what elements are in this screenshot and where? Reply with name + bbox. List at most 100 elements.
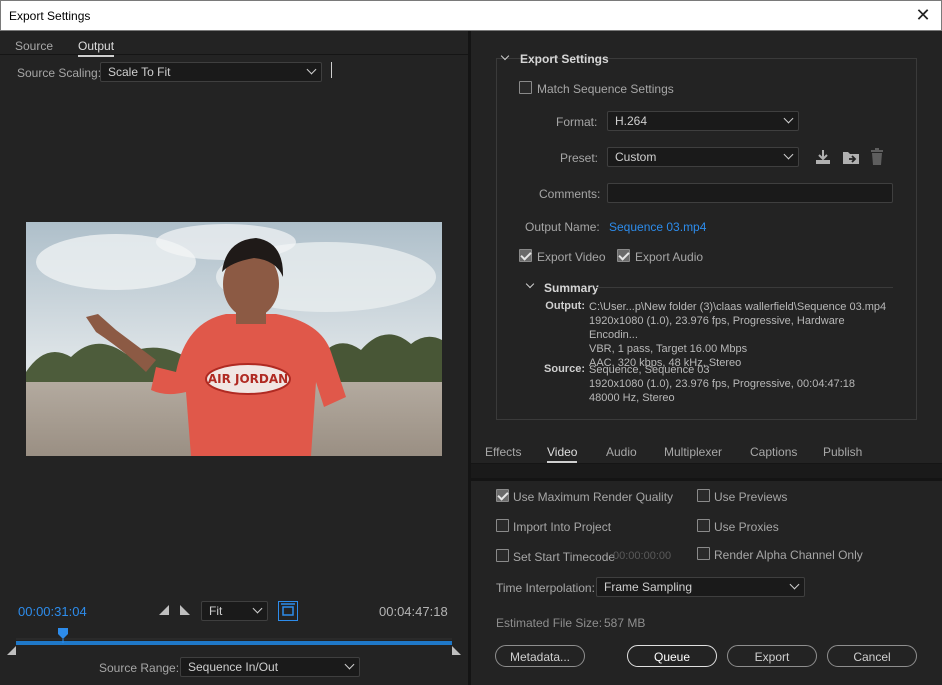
horizontal-divider[interactable] (471, 478, 942, 481)
preset-label: Preset: (560, 151, 599, 165)
comments-label: Comments: (539, 187, 601, 201)
tab-source[interactable]: Source (15, 39, 53, 53)
export-button[interactable]: Export (727, 645, 817, 667)
queue-button[interactable]: Queue (627, 645, 717, 667)
import-preset-icon[interactable] (841, 148, 861, 166)
playhead-icon (57, 628, 68, 643)
match-sequence-checkbox[interactable] (519, 81, 532, 94)
source-scaling-select[interactable]: Scale To Fit (100, 62, 322, 82)
output-name-label: Output Name: (525, 220, 600, 234)
summary-output-line: 1920x1080 (1.0), 23.976 fps, Progressive… (589, 315, 845, 341)
chevron-down-icon (783, 113, 794, 124)
zoom-value: Fit (209, 604, 223, 618)
shirt-logo-text: AIR JORDAN (208, 372, 288, 386)
use-proxies-label: Use Proxies (714, 520, 779, 534)
summary-heading: Summary (544, 281, 599, 295)
title-bar: Export Settings ✕ (0, 0, 942, 31)
comments-input[interactable] (607, 183, 893, 203)
chevron-down-icon (252, 603, 263, 614)
max-render-quality-label: Use Maximum Render Quality (513, 490, 674, 504)
preview-tabs: Source Output (0, 31, 468, 57)
tab-multiplexer[interactable]: Multiplexer (664, 445, 722, 459)
comments-value (608, 184, 614, 198)
summary-output-label: Output: (545, 300, 585, 312)
export-audio-checkbox[interactable] (617, 249, 630, 262)
video-preview: AIR JORDAN (26, 222, 442, 456)
tab-captions[interactable]: Captions (750, 445, 797, 459)
out-point-icon[interactable] (452, 646, 461, 655)
file-size-label: Estimated File Size: (496, 616, 603, 630)
summary-source-line: 1920x1080 (1.0), 23.976 fps, Progressive… (589, 378, 856, 390)
match-sequence-label: Match Sequence Settings (537, 82, 674, 96)
summary-source-line: Sequence, Sequence 03 (589, 364, 710, 376)
start-timecode-field[interactable]: 00:00:00:00 (613, 550, 671, 562)
settings-pane: Export Settings Match Sequence Settings … (471, 31, 942, 685)
total-timecode: 00:04:47:18 (379, 604, 448, 619)
time-interpolation-label: Time Interpolation: (496, 581, 595, 595)
tab-publish[interactable]: Publish (823, 445, 862, 459)
source-range-label: Source Range: (99, 661, 180, 675)
tab-output[interactable]: Output (78, 39, 115, 57)
video-frame-image: AIR JORDAN (26, 222, 442, 456)
step-forward-icon[interactable] (180, 605, 190, 615)
fit-frame-icon (281, 603, 295, 616)
output-name-link[interactable]: Sequence 03.mp4 (609, 220, 706, 234)
import-project-checkbox[interactable] (496, 519, 509, 532)
timeline-bar[interactable] (16, 641, 452, 645)
time-interpolation-value: Frame Sampling (604, 580, 693, 594)
source-range-value: Sequence In/Out (188, 660, 279, 674)
max-render-quality-checkbox[interactable] (496, 489, 509, 502)
tab-content-scroll (471, 464, 942, 478)
chevron-down-icon (306, 64, 317, 75)
summary-output-lines: C:\User...p\New folder (3)\claas wallerf… (589, 300, 889, 370)
delete-preset-icon[interactable] (869, 147, 885, 166)
source-scaling-label: Source Scaling: (17, 66, 102, 80)
summary-rule (596, 287, 893, 288)
preset-value: Custom (615, 150, 657, 164)
in-point-icon[interactable] (7, 646, 16, 655)
current-timecode[interactable]: 00:00:31:04 (18, 604, 87, 619)
source-range-select[interactable]: Sequence In/Out (180, 657, 360, 677)
zoom-select[interactable]: Fit (201, 601, 268, 621)
set-start-timecode-checkbox[interactable] (496, 549, 509, 562)
window-title: Export Settings (9, 9, 91, 23)
settings-tabs: Effects Video Audio Multiplexer Captions… (471, 438, 942, 464)
render-alpha-label: Render Alpha Channel Only (714, 548, 863, 562)
playhead-handle[interactable] (57, 627, 69, 643)
time-interpolation-select[interactable]: Frame Sampling (596, 577, 805, 597)
export-video-checkbox[interactable] (519, 249, 532, 262)
cancel-button[interactable]: Cancel (827, 645, 917, 667)
close-icon[interactable]: ✕ (913, 5, 933, 25)
summary-output-line: VBR, 1 pass, Target 16.00 Mbps (589, 343, 748, 355)
aspect-toggle-button[interactable] (278, 601, 298, 621)
step-back-icon[interactable] (159, 605, 169, 615)
format-label: Format: (556, 115, 598, 129)
summary-output-line: C:\User...p\New folder (3)\claas wallerf… (589, 301, 887, 313)
use-proxies-checkbox[interactable] (697, 519, 710, 532)
source-scaling-value: Scale To Fit (108, 65, 171, 79)
export-settings-heading: Export Settings (520, 52, 609, 66)
chevron-down-icon (783, 149, 794, 160)
preset-select[interactable]: Custom (607, 147, 799, 167)
render-alpha-checkbox[interactable] (697, 547, 710, 560)
chevron-down-icon (344, 659, 355, 670)
use-previews-checkbox[interactable] (697, 489, 710, 502)
preview-pane: Source Output Source Scaling: Scale To F… (0, 31, 468, 685)
summary-source-lines: Sequence, Sequence 03 1920x1080 (1.0), 2… (589, 363, 889, 405)
metadata-button[interactable]: Metadata... (495, 645, 585, 667)
file-size-value: 587 MB (604, 616, 646, 630)
tab-effects[interactable]: Effects (485, 445, 521, 459)
tab-audio[interactable]: Audio (606, 445, 637, 459)
tab-video[interactable]: Video (547, 445, 578, 463)
save-preset-icon[interactable] (814, 148, 832, 166)
timeline-track (16, 638, 452, 640)
export-video-label: Export Video (537, 250, 606, 264)
use-previews-label: Use Previews (714, 490, 788, 504)
format-value: H.264 (615, 114, 648, 128)
chevron-down-icon (789, 579, 800, 590)
export-audio-label: Export Audio (635, 250, 704, 264)
set-start-timecode-label: Set Start Timecode (513, 550, 616, 564)
format-select[interactable]: H.264 (607, 111, 799, 131)
import-project-label: Import Into Project (513, 520, 612, 534)
summary-source-line: 48000 Hz, Stereo (589, 392, 675, 404)
